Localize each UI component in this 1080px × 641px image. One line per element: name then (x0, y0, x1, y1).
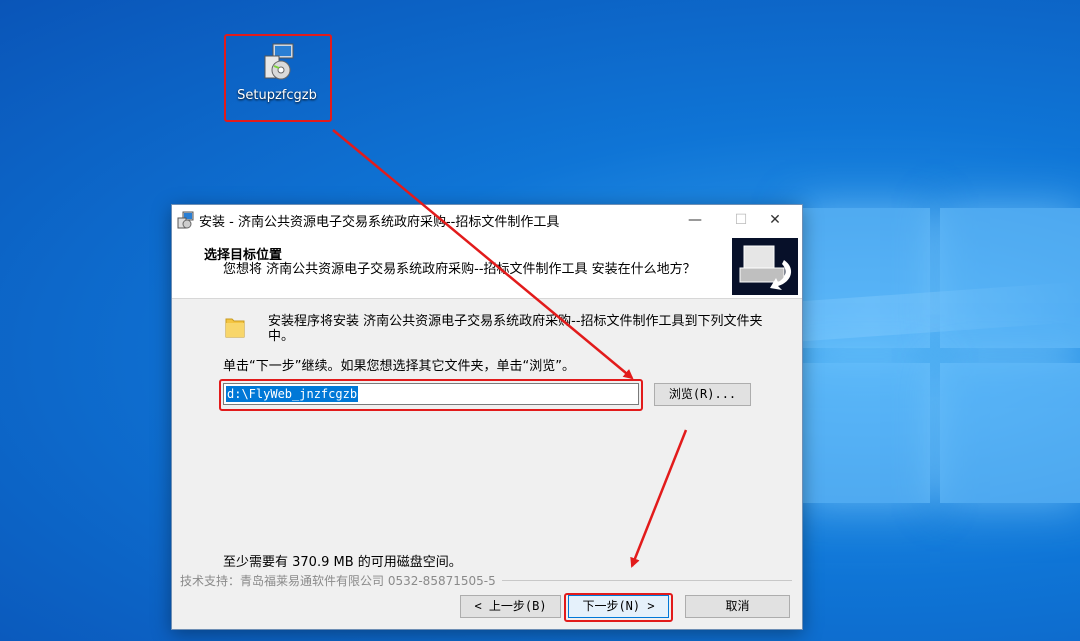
title-bar[interactable]: 安装 - 济南公共资源电子交易系统政府采购--招标文件制作工具 — ☐ ✕ (172, 205, 802, 235)
disk-space-text: 至少需要有 370.9 MB 的可用磁盘空间。 (223, 555, 462, 570)
instruction-text: 单击“下一步”继续。如果您想选择其它文件夹，单击“浏览”。 (223, 359, 575, 374)
highlight-box-next (564, 593, 673, 622)
back-button[interactable]: < 上一步(B) (460, 595, 561, 618)
installer-window: 安装 - 济南公共资源电子交易系统政府采购--招标文件制作工具 — ☐ ✕ 选择… (171, 204, 803, 630)
support-text: 技术支持：青岛福莱易通软件有限公司 0532-85871505-5 (180, 572, 502, 589)
desktop-background: Setupzfcgzb 安装 - 济南公共资源电子交易系统政府采购--招标文件制… (0, 0, 1080, 641)
page-subtitle: 您想将 济南公共资源电子交易系统政府采购--招标文件制作工具 安装在什么地方？ (223, 262, 696, 277)
highlight-box-path (219, 379, 643, 411)
browse-button[interactable]: 浏览(R)... (654, 383, 751, 406)
page-title: 选择目标位置 (204, 248, 283, 263)
install-description: 安装程序将安装 济南公共资源电子交易系统政府采购--招标文件制作工具到下列文件夹… (268, 314, 763, 344)
installer-icon (176, 211, 194, 229)
folder-icon (224, 315, 246, 339)
wizard-header: 选择目标位置 您想将 济南公共资源电子交易系统政府采购--招标文件制作工具 安装… (172, 235, 802, 299)
highlight-box-desktop-icon (224, 34, 332, 122)
windows-logo (800, 208, 1080, 508)
close-button[interactable]: ✕ (752, 205, 798, 235)
computer-install-icon (732, 238, 798, 295)
minimize-button[interactable]: — (672, 205, 718, 235)
window-title: 安装 - 济南公共资源电子交易系统政府采购--招标文件制作工具 (199, 215, 560, 230)
cancel-button[interactable]: 取消 (685, 595, 790, 618)
